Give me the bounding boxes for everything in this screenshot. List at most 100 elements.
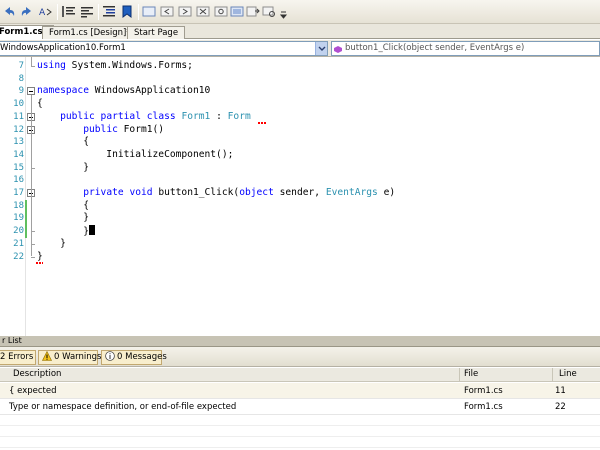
code-token: { xyxy=(37,136,89,148)
changed-line-marker xyxy=(25,212,27,226)
type-dropdown[interactable]: WindowsApplication10.Form1 xyxy=(0,41,328,56)
code-token: WindowsApplication10 xyxy=(88,85,211,97)
code-token: } xyxy=(37,161,89,173)
code-token: : xyxy=(210,110,228,122)
replace-icon[interactable] xyxy=(246,5,260,18)
code-token: sender, xyxy=(273,187,326,198)
keyword-token: object xyxy=(239,187,274,198)
keyword-token: public xyxy=(60,110,95,122)
tab-label: Form1.cs [Design]* xyxy=(49,28,131,38)
column-description[interactable]: Description xyxy=(0,368,460,382)
tab-start-page[interactable]: Start Page xyxy=(127,26,186,39)
table-row[interactable]: { expected Form1.cs 11 xyxy=(0,383,600,399)
type-token: EventArgs xyxy=(325,187,378,198)
keyword-token: class xyxy=(146,110,176,122)
code-line[interactable]: using System.Windows.Forms; xyxy=(37,60,193,73)
member-dropdown[interactable]: button1_Click(object sender, EventArgs e… xyxy=(331,41,600,56)
keyword-token: void xyxy=(129,187,153,198)
outline-end xyxy=(31,66,35,67)
keyword-token: namespace xyxy=(37,85,89,97)
text-cursor xyxy=(88,225,95,236)
toolbar-separator xyxy=(138,4,139,20)
tab-label: Start Page xyxy=(134,28,179,38)
tab-form1-design[interactable]: Form1.cs [Design]* xyxy=(42,26,138,39)
keyword-token: public xyxy=(83,123,118,135)
editor-toolbar: A xyxy=(0,0,600,24)
errors-filter-button[interactable]: 2 Errors xyxy=(0,350,36,365)
clear-bookmark-icon[interactable] xyxy=(196,5,210,18)
keyword-token: using xyxy=(37,60,66,71)
comment-icon[interactable] xyxy=(62,5,76,18)
keyword-token: private xyxy=(83,187,124,198)
warning-icon xyxy=(42,350,52,361)
indent-icon[interactable] xyxy=(102,5,116,18)
cell-description: Type or namespace definition, or end-of-… xyxy=(9,402,237,412)
find-icon[interactable] xyxy=(214,5,228,18)
find-in-files-icon[interactable] xyxy=(230,5,244,18)
error-list-panel: r List 2 Errors 0 Warnings 0 Messages De… xyxy=(0,336,600,450)
uncomment-icon[interactable] xyxy=(80,5,94,18)
messages-filter-button[interactable]: 0 Messages xyxy=(101,350,167,365)
code-line[interactable]: public partial class Form1 : Form xyxy=(37,111,251,124)
code-line[interactable]: } xyxy=(37,162,89,175)
warnings-filter-button[interactable]: 0 Warnings xyxy=(38,350,102,365)
code-line[interactable]: InitializeComponent(); xyxy=(37,149,233,162)
code-line[interactable]: } xyxy=(37,212,89,225)
code-line[interactable]: } xyxy=(37,238,66,251)
code-token: System.Windows.Forms; xyxy=(65,60,193,71)
outline-guide xyxy=(31,133,32,168)
changed-line-marker xyxy=(25,199,27,213)
code-editor[interactable]: 7 8 9 10 11 12 13 14 15 16 17 18 19 20 21 22 using Syst… xyxy=(0,57,600,336)
outline-end xyxy=(31,167,35,169)
redo-icon[interactable] xyxy=(20,5,34,18)
empty-row xyxy=(0,437,600,448)
cell-line: 22 xyxy=(555,402,566,412)
svg-text:A: A xyxy=(39,8,46,18)
font-size-icon[interactable]: A xyxy=(38,5,52,18)
code-line[interactable]: { xyxy=(37,200,89,213)
line-number: 11 xyxy=(13,111,24,122)
chevron-down-icon[interactable] xyxy=(315,42,327,55)
column-file[interactable]: File xyxy=(460,368,553,382)
line-number: 15 xyxy=(13,162,24,173)
type-token: Form1 xyxy=(181,110,211,122)
prev-bookmark-icon[interactable] xyxy=(160,5,174,18)
line-number: 18 xyxy=(13,200,24,211)
undo-icon[interactable] xyxy=(2,5,16,18)
code-line[interactable]: { xyxy=(37,98,43,111)
code-token: { xyxy=(37,98,43,110)
next-bookmark-icon[interactable] xyxy=(178,5,192,18)
code-line[interactable]: namespace WindowsApplication10 xyxy=(37,85,210,98)
code-line[interactable]: { xyxy=(37,136,89,149)
cell-file: Form1.cs xyxy=(464,386,503,396)
table-row[interactable]: Type or namespace definition, or end-of-… xyxy=(0,399,600,415)
column-line[interactable]: Line xyxy=(553,368,600,382)
toolbar-separator xyxy=(57,4,58,20)
code-line[interactable]: public Form1() xyxy=(37,124,164,137)
info-icon xyxy=(105,351,115,361)
overflow-icon[interactable] xyxy=(279,8,288,22)
line-number: 20 xyxy=(13,226,24,237)
code-token: { xyxy=(37,199,89,211)
line-number: 21 xyxy=(13,238,24,249)
line-number: 10 xyxy=(13,99,24,110)
panel-title: r List xyxy=(0,336,600,347)
outline-end xyxy=(31,231,35,233)
member-dropdown-value: button1_Click(object sender, EventArgs e… xyxy=(345,43,525,53)
type-dropdown-value: WindowsApplication10.Form1 xyxy=(0,43,126,53)
outline-guide xyxy=(31,197,32,232)
messages-count: 0 Messages xyxy=(117,352,167,362)
changed-line-marker xyxy=(25,225,27,238)
toggle-bookmark-icon[interactable] xyxy=(142,5,156,18)
bookmark-icon[interactable] xyxy=(120,5,134,18)
navigation-bar: WindowsApplication10.Form1 button1_Click… xyxy=(0,40,600,57)
code-line[interactable]: private void button1_Click(object sender… xyxy=(37,187,395,200)
line-number: 9 xyxy=(18,86,24,97)
code-line[interactable]: } xyxy=(37,225,95,239)
code-token: } xyxy=(37,212,89,224)
code-token: } xyxy=(37,250,43,262)
cell-line: 11 xyxy=(555,386,566,396)
navigate-icon[interactable] xyxy=(262,5,276,18)
collapse-icon[interactable] xyxy=(27,87,35,96)
